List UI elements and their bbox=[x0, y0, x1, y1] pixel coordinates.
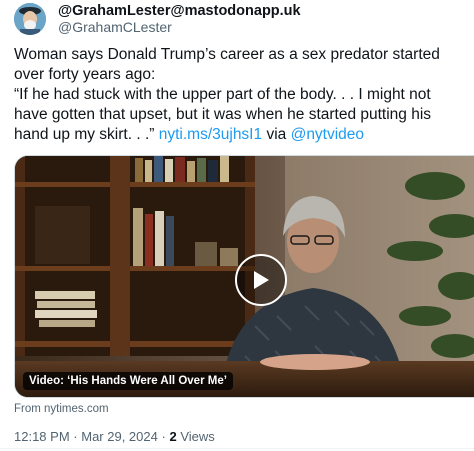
tweet-text-quote: “If he had stuck with the upper part of … bbox=[14, 85, 466, 145]
play-button[interactable] bbox=[235, 254, 287, 306]
source-label[interactable]: From nytimes.com bbox=[14, 403, 109, 415]
video-caption: Video: ‘His Hands Were All Over Me’ bbox=[23, 372, 233, 390]
tweet-header: @GrahamLester@mastodonapp.uk @GrahamCLes… bbox=[14, 2, 301, 36]
tweet-date[interactable]: Mar 29, 2024 bbox=[81, 429, 158, 444]
via-handle-link[interactable]: @nytvideo bbox=[291, 126, 364, 143]
views-label: Views bbox=[180, 429, 215, 444]
video-card[interactable]: Video: ‘His Hands Were All Over Me’ bbox=[14, 155, 474, 398]
tweet-text: Woman says Donald Trump’s career as a se… bbox=[14, 45, 466, 145]
via-word: via bbox=[266, 126, 287, 143]
avatar-image bbox=[14, 3, 46, 35]
divider bbox=[0, 448, 474, 449]
views-count: 2 bbox=[169, 429, 177, 444]
tweet-text-line: Woman says Donald Trump’s career as a se… bbox=[14, 46, 440, 83]
meta-separator: · bbox=[73, 429, 78, 444]
avatar[interactable] bbox=[14, 3, 46, 35]
author-handle[interactable]: @GrahamCLester bbox=[58, 19, 301, 35]
meta-separator: · bbox=[161, 429, 166, 444]
tweet-meta: 12:18 PM · Mar 29, 2024 · 2 Views bbox=[14, 429, 215, 444]
author-names: @GrahamLester@mastodonapp.uk @GrahamCLes… bbox=[58, 3, 301, 35]
tweet-card: @GrahamLester@mastodonapp.uk @GrahamCLes… bbox=[0, 0, 474, 451]
tweet-time[interactable]: 12:18 PM bbox=[14, 429, 70, 444]
author-display-name[interactable]: @GrahamLester@mastodonapp.uk bbox=[58, 3, 301, 19]
tweet-link[interactable]: nyti.ms/3ujhsI1 bbox=[159, 126, 262, 143]
play-icon bbox=[254, 271, 269, 289]
